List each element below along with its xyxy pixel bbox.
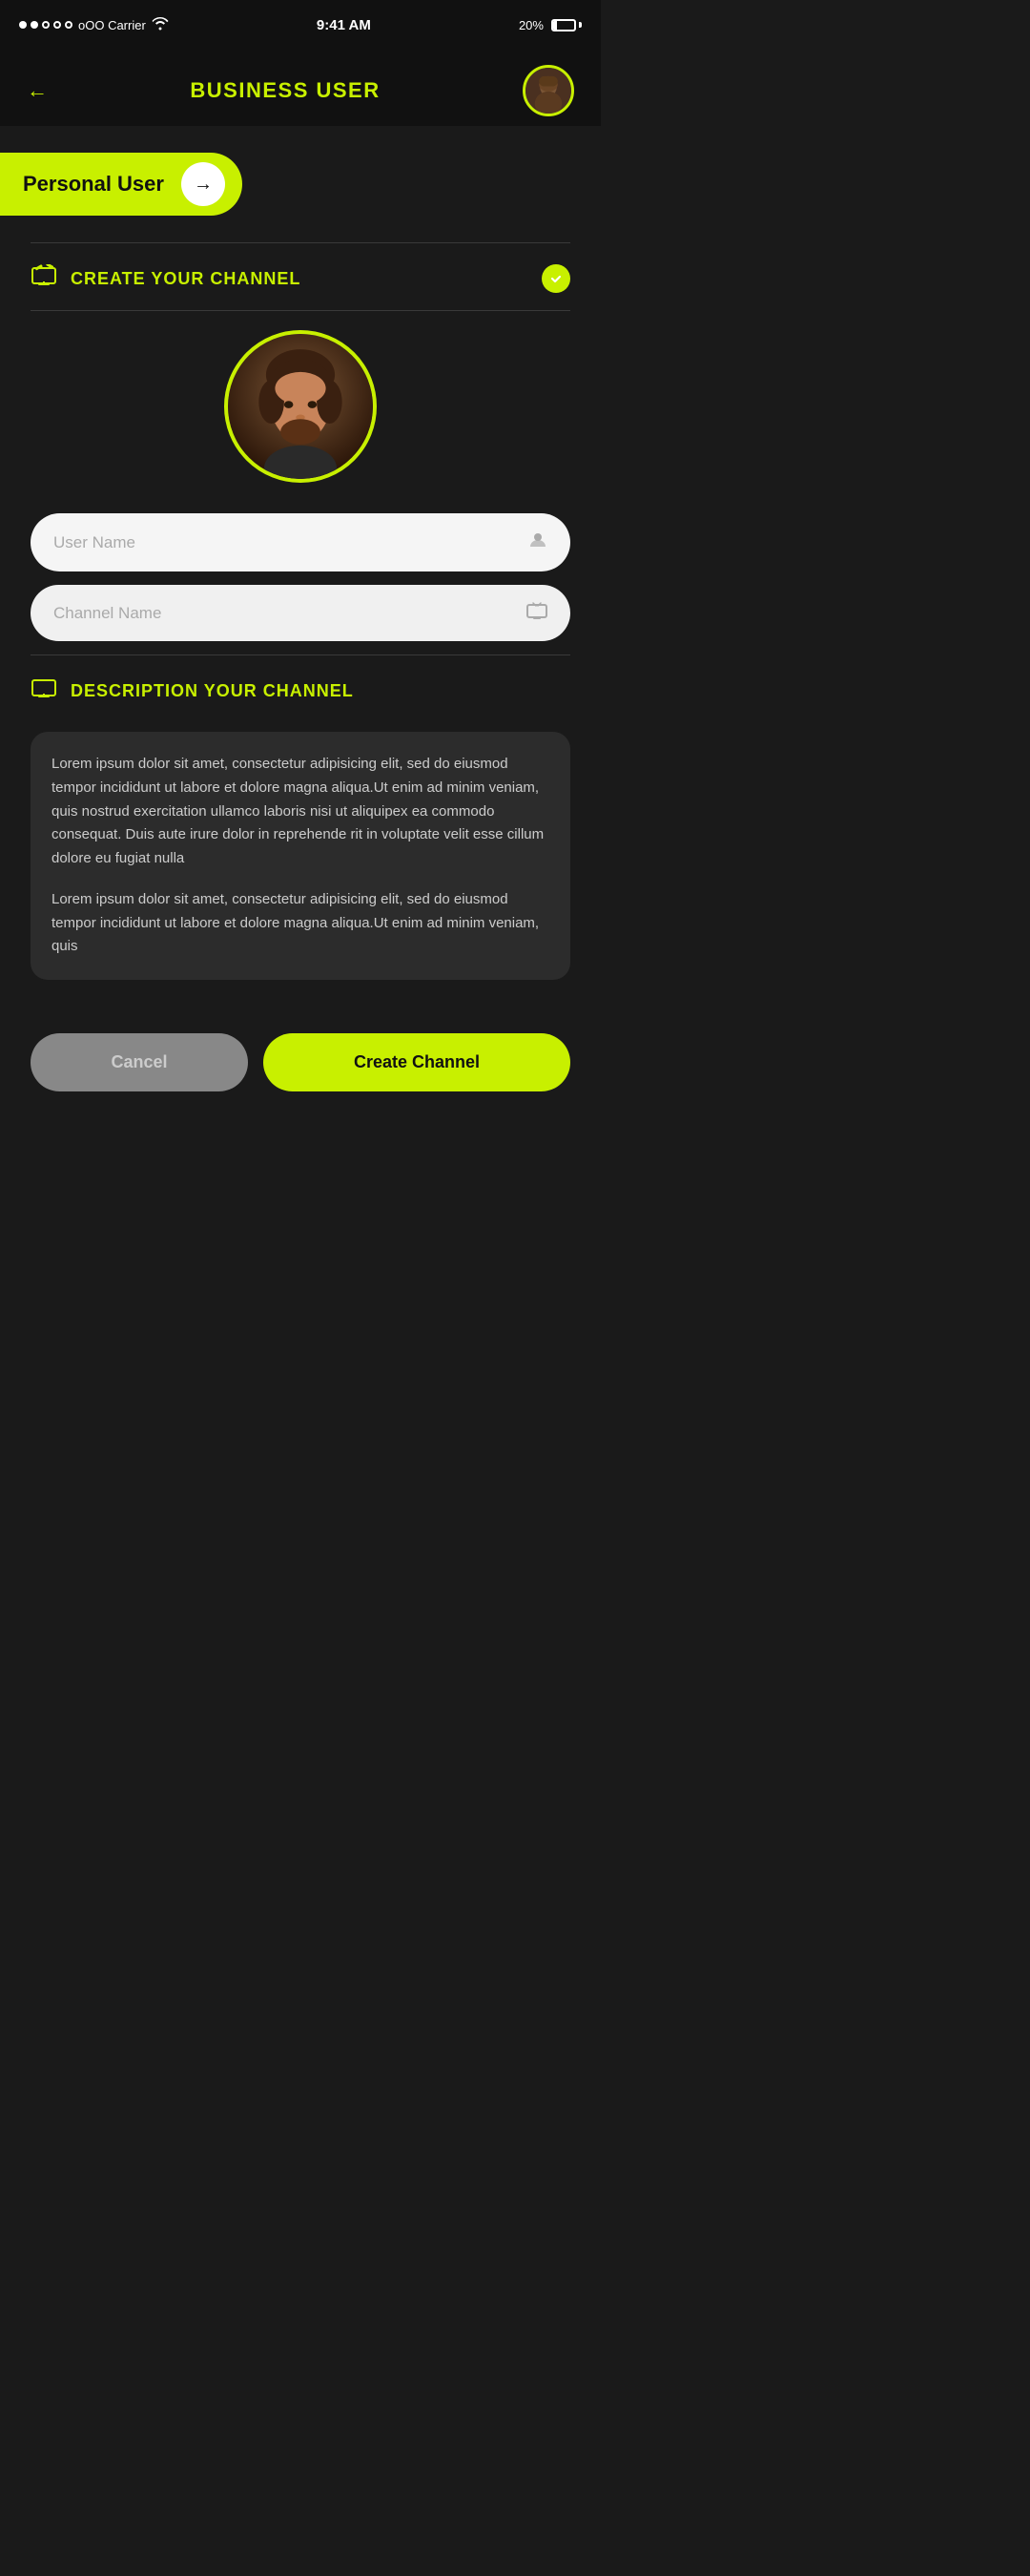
- header: ← BUSINESS USER: [0, 46, 601, 126]
- avatar[interactable]: [523, 65, 574, 116]
- user-icon: [528, 530, 547, 554]
- personal-user-toggle[interactable]: Personal User →: [0, 153, 242, 216]
- channelname-input-wrapper[interactable]: [31, 585, 570, 641]
- check-badge: [542, 264, 570, 293]
- description-text-2: Lorem ipsum dolor sit amet, consectetur …: [52, 888, 549, 959]
- username-input-wrapper[interactable]: [31, 513, 570, 571]
- tv-icon-2: [31, 676, 57, 705]
- bottom-buttons: Cancel Create Channel: [0, 1007, 601, 1130]
- signal-icon: [19, 21, 72, 29]
- tv-icon-1: [31, 264, 57, 293]
- input-group: [0, 513, 601, 641]
- status-time: 9:41 AM: [317, 17, 371, 33]
- tv-icon-input: [526, 602, 547, 624]
- carrier-label: oOO Carrier: [78, 18, 146, 32]
- description-title: DESCRIPTION YOUR CHANNEL: [71, 681, 570, 701]
- description-text-1: Lorem ipsum dolor sit amet, consectetur …: [52, 753, 549, 871]
- username-input[interactable]: [53, 533, 528, 552]
- profile-avatar[interactable]: [224, 330, 377, 483]
- battery-percent: 20%: [519, 18, 544, 32]
- description-textarea-wrapper[interactable]: Lorem ipsum dolor sit amet, consectetur …: [31, 732, 570, 980]
- back-button[interactable]: ←: [27, 78, 48, 103]
- create-channel-title: CREATE YOUR CHANNEL: [71, 269, 528, 289]
- profile-avatar-wrapper: [0, 311, 601, 513]
- create-channel-button[interactable]: Create Channel: [263, 1033, 570, 1091]
- page-title: BUSINESS USER: [190, 78, 380, 103]
- wifi-icon: [152, 17, 169, 33]
- toggle-arrow-button[interactable]: →: [181, 162, 225, 206]
- cancel-button[interactable]: Cancel: [31, 1033, 248, 1091]
- status-left: oOO Carrier: [19, 17, 169, 33]
- status-right: 20%: [519, 18, 582, 32]
- description-section-header: DESCRIPTION YOUR CHANNEL: [0, 655, 601, 722]
- status-bar: oOO Carrier 9:41 AM 20%: [0, 0, 601, 46]
- battery-icon: [551, 19, 582, 31]
- create-channel-header: CREATE YOUR CHANNEL: [0, 243, 601, 310]
- channelname-input[interactable]: [53, 604, 526, 623]
- personal-user-label: Personal User: [23, 172, 164, 197]
